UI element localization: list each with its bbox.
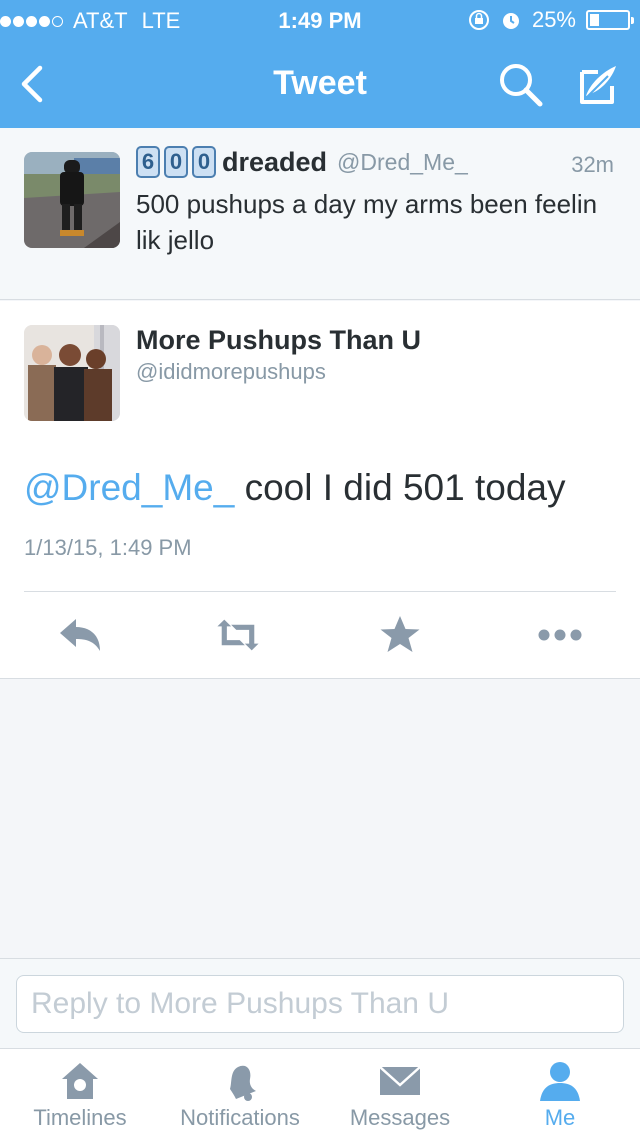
tweet-actions — [0, 601, 640, 673]
reply-input[interactable] — [16, 975, 624, 1033]
tweet-author-line: 6 0 0 dreaded @Dred_Me_ — [136, 146, 468, 178]
nav-bar: Tweet — [0, 40, 640, 128]
page-title: Tweet — [273, 64, 367, 102]
emoji-badge: 6 — [136, 146, 160, 178]
reply-icon[interactable] — [56, 615, 104, 655]
rotation-lock-icon — [468, 10, 489, 30]
tab-timelines[interactable]: Timelines — [0, 1049, 160, 1136]
battery-percent: 25% — [531, 7, 576, 32]
mention-link[interactable]: @Dred_Me_ — [24, 467, 234, 508]
tab-label: Notifications — [180, 1105, 300, 1130]
envelope-icon — [379, 1066, 421, 1095]
more-icon[interactable] — [536, 615, 584, 655]
tab-label: Me — [544, 1105, 576, 1130]
in-reply-to-tweet[interactable]: 6 0 0 dreaded @Dred_Me_ 32m 500 pushups … — [0, 128, 640, 300]
divider — [24, 591, 616, 592]
avatar[interactable] — [24, 325, 120, 421]
battery-icon — [586, 10, 634, 30]
tweet-detail: More Pushups Than U @ididmorepushups @Dr… — [0, 301, 640, 679]
tab-notifications[interactable]: Notifications — [160, 1049, 320, 1136]
tweet-text: @Dred_Me_ cool I did 501 today — [24, 467, 566, 509]
tab-messages[interactable]: Messages — [320, 1049, 480, 1136]
tab-bar: Timelines Notifications Messages Me — [0, 1048, 640, 1136]
tab-label: Messages — [349, 1105, 451, 1130]
author-name[interactable]: dreaded — [222, 147, 327, 178]
home-icon — [62, 1063, 98, 1099]
author-handle[interactable]: @ididmorepushups — [136, 359, 326, 385]
tab-label: Timelines — [33, 1105, 127, 1130]
avatar[interactable] — [24, 152, 120, 248]
author-handle[interactable]: @Dred_Me_ — [337, 149, 468, 176]
tweet-timestamp: 1/13/15, 1:49 PM — [24, 535, 192, 560]
person-icon — [540, 1062, 580, 1101]
reply-bar — [0, 958, 640, 1048]
top-bar: AT&T LTE 1:49 PM 25% Tweet — [0, 0, 640, 128]
author-name[interactable]: More Pushups Than U — [136, 325, 421, 356]
status-right: 25% — [468, 7, 634, 33]
search-icon[interactable] — [498, 62, 544, 108]
status-bar: AT&T LTE 1:49 PM 25% — [0, 0, 640, 40]
emoji-badge: 0 — [192, 146, 216, 178]
alarm-icon — [502, 13, 519, 29]
tweet-body: cool I did 501 today — [234, 467, 566, 508]
tweet-time-ago: 32m — [571, 152, 614, 177]
retweet-icon[interactable] — [214, 615, 262, 655]
tweet-text: 500 pushups a day my arms been feelin li… — [136, 189, 598, 255]
favorite-icon[interactable] — [376, 615, 424, 655]
bell-icon — [230, 1065, 256, 1101]
emoji-badge: 0 — [164, 146, 188, 178]
tab-me[interactable]: Me — [480, 1049, 640, 1136]
compose-icon[interactable] — [572, 62, 620, 108]
